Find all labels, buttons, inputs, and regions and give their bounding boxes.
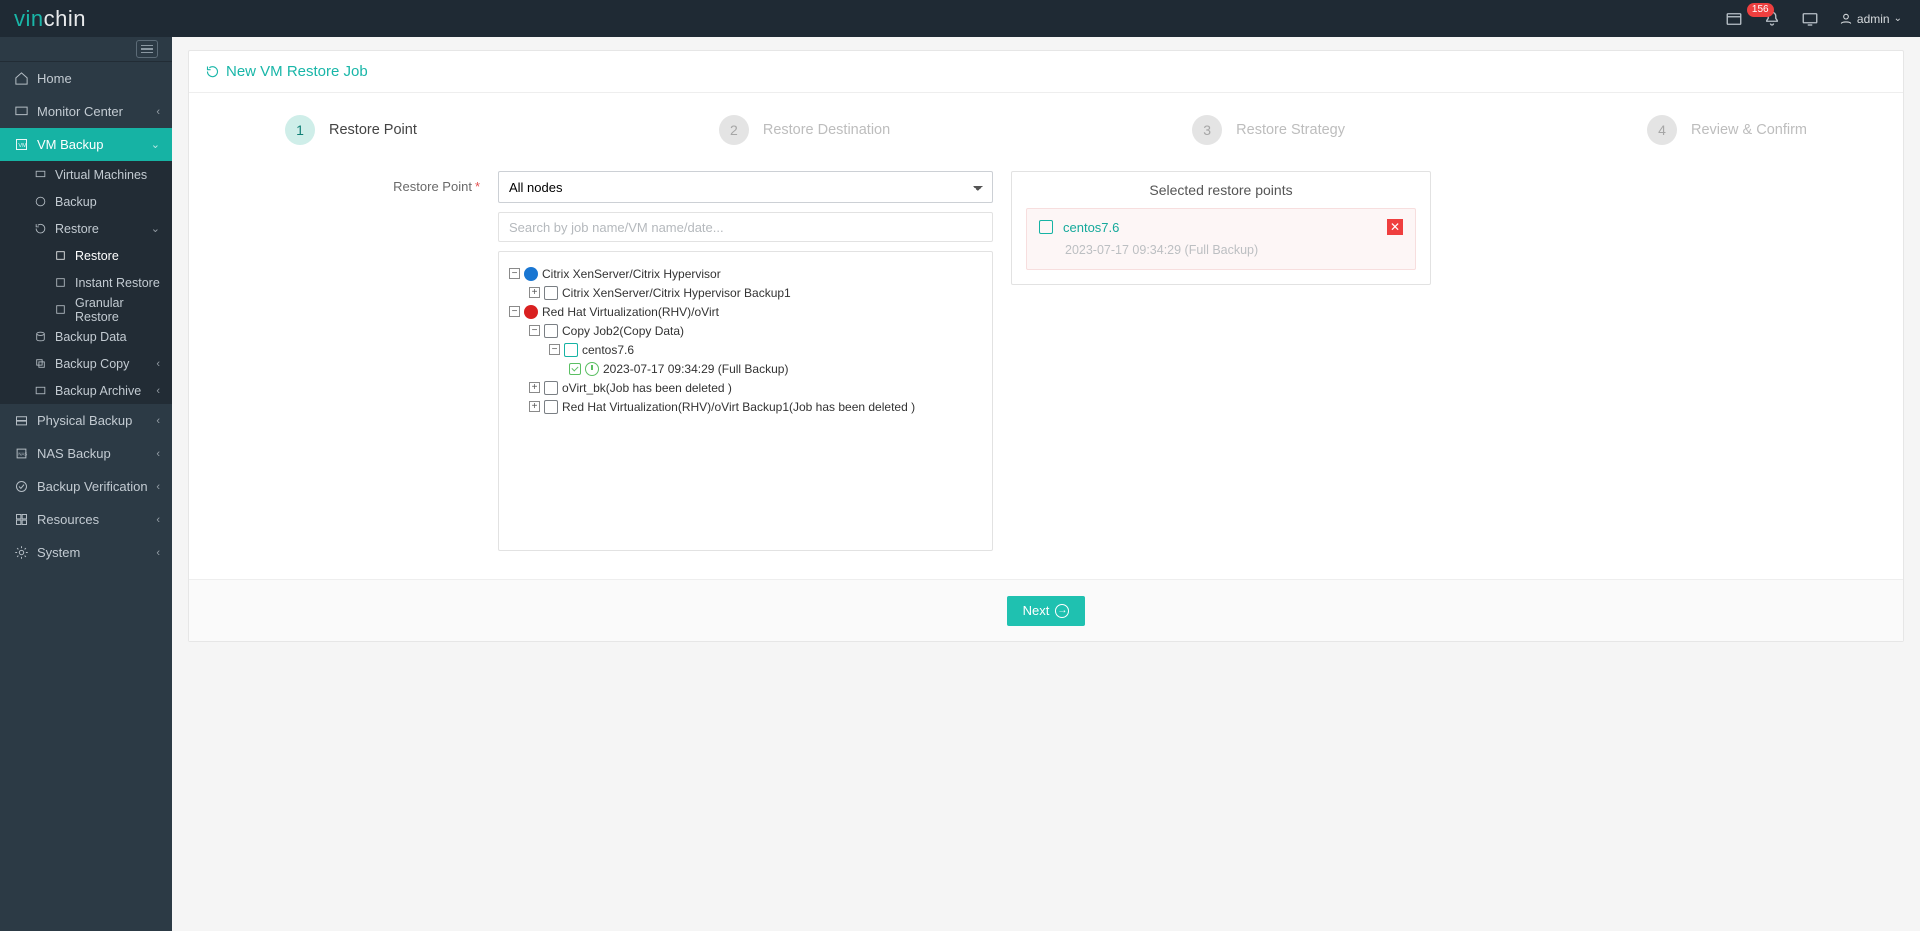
node-select[interactable]: All nodes bbox=[498, 171, 993, 203]
sidebar-item-granular-restore[interactable]: Granular Restore bbox=[0, 296, 172, 323]
remove-button[interactable]: ✕ bbox=[1387, 219, 1403, 235]
expand-icon[interactable] bbox=[529, 287, 540, 298]
chevron-down-icon: ⌄ bbox=[151, 138, 160, 151]
tree-node-ovirtbk[interactable]: oVirt_bk(Job has been deleted ) bbox=[509, 378, 982, 397]
tree-node-citrix-backup1[interactable]: Citrix XenServer/Citrix Hypervisor Backu… bbox=[509, 283, 982, 302]
vm-icon bbox=[564, 343, 578, 357]
selected-vm-name: centos7.6 bbox=[1063, 220, 1119, 235]
user-menu[interactable]: admin ⌄ bbox=[1839, 12, 1902, 26]
chevron-right-icon: ‹ bbox=[156, 106, 160, 118]
job-icon bbox=[544, 400, 558, 414]
sidebar-item-restore[interactable]: Restore⌄ bbox=[0, 215, 172, 242]
topbar-right: 156 admin ⌄ bbox=[1725, 10, 1902, 28]
collapse-icon[interactable] bbox=[529, 325, 540, 336]
tree-node-centos[interactable]: centos7.6 bbox=[509, 340, 982, 359]
wizard-steps: 1Restore Point 2Restore Destination 3Res… bbox=[285, 115, 1807, 145]
svg-text:VM: VM bbox=[18, 143, 27, 149]
selected-detail: 2023-07-17 09:34:29 (Full Backup) bbox=[1039, 243, 1403, 257]
sidebar-item-physical-backup[interactable]: Physical Backup‹ bbox=[0, 404, 172, 437]
hypervisor-icon bbox=[524, 305, 538, 319]
checked-icon[interactable] bbox=[569, 363, 581, 375]
selected-panel: Selected restore points centos7.6 ✕ 2023… bbox=[1011, 171, 1431, 285]
chevron-right-icon: ‹ bbox=[156, 481, 160, 493]
user-name: admin bbox=[1857, 12, 1890, 26]
sidebar-item-instant-restore[interactable]: Instant Restore bbox=[0, 269, 172, 296]
notification-icon[interactable]: 156 bbox=[1763, 10, 1781, 28]
notification-badge: 156 bbox=[1747, 3, 1774, 17]
sidebar-item-monitor[interactable]: Monitor Center‹ bbox=[0, 95, 172, 128]
sidebar-item-backup-copy[interactable]: Backup Copy‹ bbox=[0, 350, 172, 377]
screen-icon[interactable] bbox=[1801, 10, 1819, 28]
topbar: vinchin 156 admin ⌄ bbox=[0, 0, 1920, 37]
vm-icon bbox=[1039, 220, 1053, 234]
collapse-icon[interactable] bbox=[509, 268, 520, 279]
tree-node-restorepoint[interactable]: 2023-07-17 09:34:29 (Full Backup) bbox=[509, 359, 982, 378]
sidebar-item-virtual-machines[interactable]: Virtual Machines bbox=[0, 161, 172, 188]
sidebar-item-nas-backup[interactable]: NASNAS Backup‹ bbox=[0, 437, 172, 470]
expand-icon[interactable] bbox=[529, 382, 540, 393]
panel-footer: Next→ bbox=[189, 579, 1903, 641]
selected-item: centos7.6 ✕ 2023-07-17 09:34:29 (Full Ba… bbox=[1026, 208, 1416, 270]
panel-header: New VM Restore Job bbox=[189, 51, 1903, 93]
step-1[interactable]: 1Restore Point bbox=[285, 115, 417, 145]
chevron-down-icon: ⌄ bbox=[1894, 13, 1902, 24]
tree-node-rhvbackup1[interactable]: Red Hat Virtualization(RHV)/oVirt Backup… bbox=[509, 397, 982, 416]
task-icon[interactable] bbox=[1725, 10, 1743, 28]
page-title: New VM Restore Job bbox=[226, 63, 368, 80]
collapse-icon[interactable] bbox=[549, 344, 560, 355]
chevron-right-icon: ‹ bbox=[156, 358, 160, 370]
sidebar-item-backup-archive[interactable]: Backup Archive‹ bbox=[0, 377, 172, 404]
restore-icon bbox=[205, 64, 220, 79]
sidebar-item-restore-sub[interactable]: Restore bbox=[0, 242, 172, 269]
collapse-icon[interactable] bbox=[509, 306, 520, 317]
step-2[interactable]: 2Restore Destination bbox=[719, 115, 890, 145]
tree-node-rhv[interactable]: Red Hat Virtualization(RHV)/oVirt bbox=[509, 302, 982, 321]
job-icon bbox=[544, 286, 558, 300]
main-content: New VM Restore Job 1Restore Point 2Resto… bbox=[172, 37, 1920, 931]
sidebar-item-resources[interactable]: Resources‹ bbox=[0, 503, 172, 536]
sidebar-item-home[interactable]: Home bbox=[0, 62, 172, 95]
logo: vinchin bbox=[14, 6, 86, 32]
sidebar-item-system[interactable]: System‹ bbox=[0, 536, 172, 569]
selected-title: Selected restore points bbox=[1012, 182, 1430, 198]
sidebar-toggle[interactable] bbox=[0, 37, 172, 62]
sidebar: Home Monitor Center‹ VMVM Backup⌄ Virtua… bbox=[0, 37, 172, 931]
restore-point-tree: Citrix XenServer/Citrix Hypervisor Citri… bbox=[498, 251, 993, 551]
chevron-right-icon: ‹ bbox=[156, 448, 160, 460]
arrow-right-icon: → bbox=[1055, 604, 1069, 618]
step-3[interactable]: 3Restore Strategy bbox=[1192, 115, 1345, 145]
logo-part1: vin bbox=[14, 6, 44, 32]
hypervisor-icon bbox=[524, 267, 538, 281]
sidebar-item-backup-data[interactable]: Backup Data bbox=[0, 323, 172, 350]
tree-node-citrix[interactable]: Citrix XenServer/Citrix Hypervisor bbox=[509, 264, 982, 283]
step-4[interactable]: 4Review & Confirm bbox=[1647, 115, 1807, 145]
sidebar-item-vmbackup[interactable]: VMVM Backup⌄ bbox=[0, 128, 172, 161]
expand-icon[interactable] bbox=[529, 401, 540, 412]
chevron-down-icon: ⌄ bbox=[151, 222, 160, 235]
job-icon bbox=[544, 381, 558, 395]
job-icon bbox=[544, 324, 558, 338]
restore-point-label: Restore Point* bbox=[285, 171, 480, 194]
svg-text:NAS: NAS bbox=[18, 451, 27, 456]
sidebar-item-backup[interactable]: Backup bbox=[0, 188, 172, 215]
panel: New VM Restore Job 1Restore Point 2Resto… bbox=[188, 50, 1904, 642]
chevron-right-icon: ‹ bbox=[156, 514, 160, 526]
chevron-right-icon: ‹ bbox=[156, 547, 160, 559]
chevron-right-icon: ‹ bbox=[156, 415, 160, 427]
next-button[interactable]: Next→ bbox=[1007, 596, 1086, 626]
search-input[interactable] bbox=[498, 212, 993, 242]
tree-node-copyjob[interactable]: Copy Job2(Copy Data) bbox=[509, 321, 982, 340]
clock-icon bbox=[585, 362, 599, 376]
logo-part2: chin bbox=[44, 6, 86, 32]
chevron-right-icon: ‹ bbox=[156, 385, 160, 397]
sidebar-item-backup-verification[interactable]: Backup Verification‹ bbox=[0, 470, 172, 503]
